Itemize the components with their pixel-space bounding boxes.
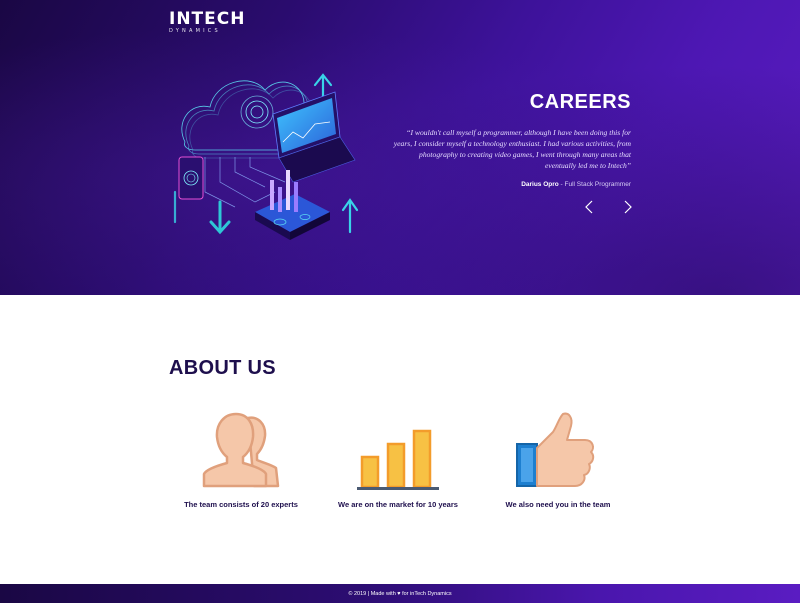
feature-market: We are on the market for 10 years	[318, 410, 478, 509]
careers-heading: CAREERS	[529, 91, 631, 113]
site-footer: © 2019 | Made with ♥ for inTech Dynamics	[0, 584, 800, 603]
chevron-right-icon	[624, 200, 632, 214]
carousel-prev-button[interactable]	[581, 199, 597, 215]
thumbs-up-icon	[516, 412, 595, 487]
feature-team: The team consists of 20 experts	[161, 410, 321, 509]
chevron-left-icon	[585, 200, 593, 214]
logo-wordmark: INTECH	[169, 9, 246, 29]
team-icon	[202, 412, 280, 488]
feature-hiring-label: We also need you in the team	[505, 500, 611, 509]
carousel-next-button[interactable]	[620, 199, 636, 215]
feature-hiring: We also need you in the team	[478, 410, 638, 509]
footer-text: © 2019 | Made with ♥ for inTech Dynamics	[348, 591, 451, 597]
footer-suffix: for inTech Dynamics	[400, 590, 452, 597]
about-heading: ABOUT US	[169, 357, 276, 379]
author-name: Darius Opro	[521, 181, 559, 188]
logo-tagline: DYNAMICS	[169, 28, 221, 34]
bar-chart-icon	[357, 429, 439, 490]
author-role: Full Stack Programmer	[564, 181, 631, 188]
footer-prefix: © 2019 | Made with	[348, 590, 398, 597]
testimonial-quote: “I wouldn't call myself a programmer, al…	[393, 128, 631, 170]
cloud-computing-illustration	[173, 73, 359, 240]
testimonial-author: Darius Opro - Full Stack Programmer	[521, 181, 631, 188]
feature-team-label: The team consists of 20 experts	[184, 500, 298, 509]
brand-logo[interactable]: INTECH DYNAMICS	[169, 10, 245, 34]
feature-market-label: We are on the market for 10 years	[338, 500, 458, 509]
hero-section: INTECH DYNAMICS CAREERS “I wouldn't call…	[0, 0, 800, 295]
